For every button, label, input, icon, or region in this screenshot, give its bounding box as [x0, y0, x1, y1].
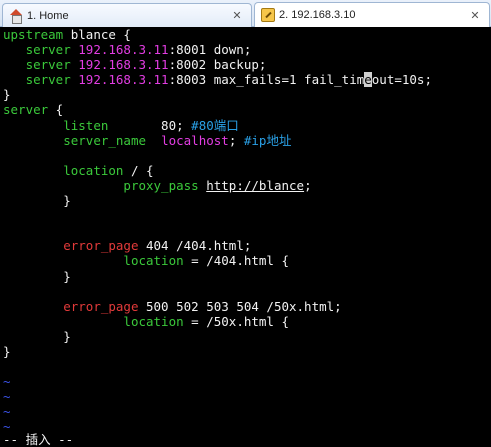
- tab-home-close-icon[interactable]: ✕: [229, 9, 245, 22]
- code-line: server 192.168.3.11:8002 backup;: [3, 57, 491, 72]
- code-line: }: [3, 344, 491, 359]
- tab-session[interactable]: 2. 192.168.3.10 ✕: [254, 2, 490, 27]
- upstream-name: blance {: [63, 27, 131, 42]
- keyword: server: [3, 102, 49, 118]
- code-line: location = /50x.html {: [3, 314, 491, 329]
- keyword: proxy_pass: [123, 177, 199, 193]
- empty-line-marker: ~: [3, 404, 11, 420]
- server-args: out=10s;: [371, 72, 432, 88]
- empty-line-marker: ~: [3, 374, 11, 390]
- location-path: = /50x.html {: [183, 313, 289, 329]
- code-line: server 192.168.3.11:8001 down;: [3, 42, 491, 57]
- location-path: = /404.html {: [183, 253, 289, 269]
- semicolon: ;: [304, 177, 312, 193]
- empty-line-marker: ~: [3, 419, 11, 435]
- brace: }: [63, 328, 71, 344]
- keyword: location: [123, 253, 184, 269]
- proxy-url: http://blance: [206, 177, 305, 193]
- code-line: location = /404.html {: [3, 253, 491, 268]
- text-cursor: e: [364, 72, 372, 88]
- keyword: error_page: [63, 298, 139, 314]
- server-args: :8002 backup;: [168, 57, 267, 73]
- keyword: server: [25, 57, 71, 73]
- error-args: 404 /404.html;: [138, 238, 252, 254]
- location-path: / {: [123, 162, 154, 178]
- keyword: location: [63, 162, 124, 178]
- tab-session-label: 2. 192.168.3.10: [279, 9, 356, 21]
- code-line: error_page 500 502 503 504 /50x.html;: [3, 299, 491, 314]
- code-line: location / {: [3, 163, 491, 178]
- keyword: upstream: [3, 27, 64, 42]
- vim-mode-line: -- 插入 --: [3, 432, 74, 447]
- keyword: error_page: [63, 238, 139, 254]
- code-line: server 192.168.3.11:8003 max_fails=1 fai…: [3, 72, 491, 88]
- brace: }: [3, 87, 11, 103]
- ip-address: 192.168.3.11: [78, 72, 169, 88]
- brace: {: [48, 102, 64, 118]
- code-line: }: [3, 269, 491, 284]
- comment: #ip地址: [243, 132, 292, 148]
- ip-address: 192.168.3.11: [78, 42, 169, 58]
- terminal-editor[interactable]: upstream blance { server 192.168.3.11:80…: [0, 27, 491, 447]
- keyword: server: [25, 42, 71, 58]
- code-line: }: [3, 329, 491, 344]
- home-icon: [9, 8, 23, 24]
- keyword: listen: [63, 117, 109, 133]
- code-line: error_page 404 /404.html;: [3, 238, 491, 253]
- ip-address: 192.168.3.11: [78, 57, 169, 73]
- empty-line-marker: ~: [3, 389, 11, 405]
- key-icon: [261, 8, 275, 22]
- semicolon: ;: [228, 132, 244, 148]
- code-line: listen 80; #80端口: [3, 118, 491, 133]
- keyword: server_name: [63, 132, 147, 148]
- server-name-value: localhost: [161, 132, 229, 148]
- code-line: proxy_pass http://blance;: [3, 178, 491, 193]
- brace: }: [63, 193, 71, 209]
- code-line: }: [3, 87, 491, 102]
- listen-value: 80;: [108, 117, 192, 133]
- keyword: location: [123, 313, 184, 329]
- tab-home[interactable]: 1. Home ✕: [2, 3, 252, 27]
- keyword: server: [25, 72, 71, 88]
- tab-session-close-icon[interactable]: ✕: [467, 9, 483, 22]
- code-line: server_name localhost; #ip地址: [3, 133, 491, 148]
- code-line: upstream blance {: [3, 27, 491, 42]
- code-line: server {: [3, 102, 491, 117]
- comment: #80端口: [191, 117, 239, 133]
- brace: }: [3, 343, 11, 359]
- server-args: :8003 max_fails=1 fail_tim: [168, 72, 365, 88]
- brace: }: [63, 268, 71, 284]
- tab-bar: 1. Home ✕ 2. 192.168.3.10 ✕: [0, 0, 491, 27]
- code-line: }: [3, 193, 491, 208]
- server-args: :8001 down;: [168, 42, 252, 58]
- tab-home-label: 1. Home: [27, 9, 69, 22]
- error-args: 500 502 503 504 /50x.html;: [138, 298, 342, 314]
